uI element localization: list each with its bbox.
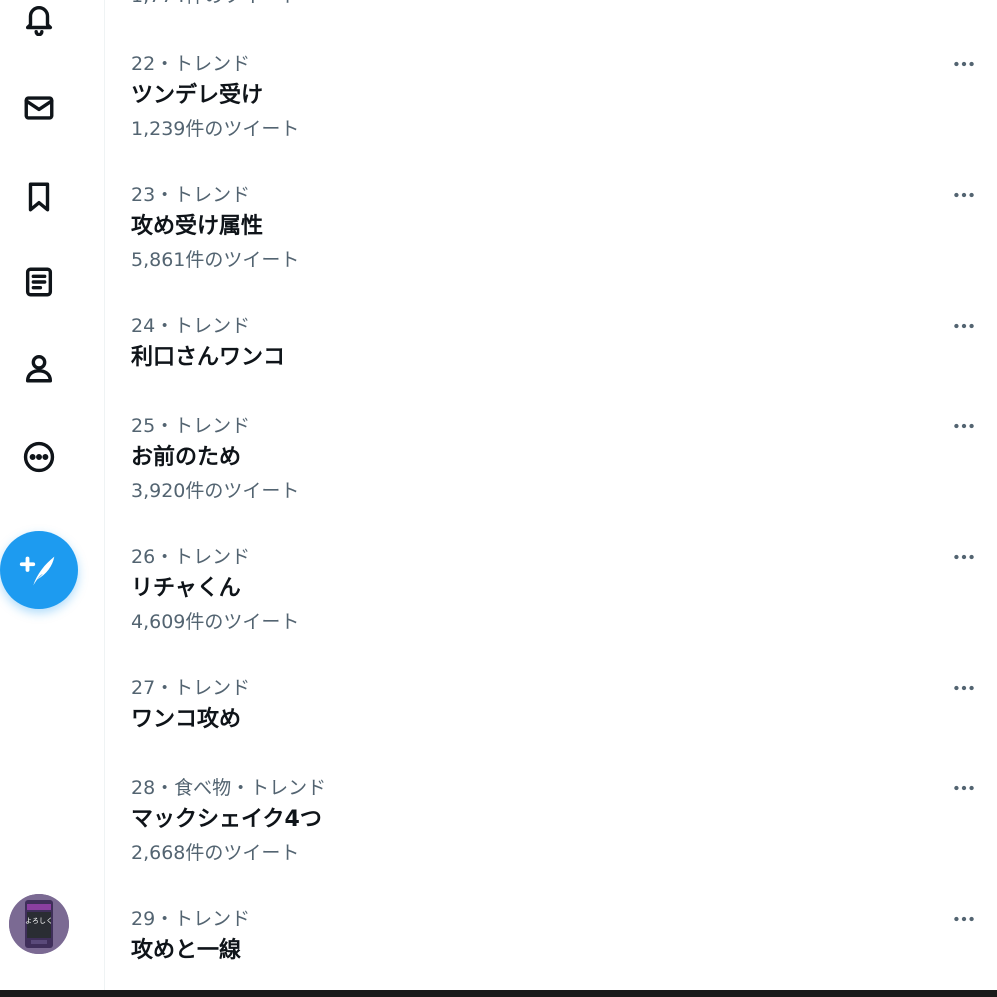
trend-list: 22・トレンド ツンデレ受け 1,239件のツイート 23・トレンド 攻め受け属性 5,8… xyxy=(106,0,997,990)
trend-item[interactable]: 26・トレンド リチャくん 4,609件のツイート xyxy=(106,545,997,640)
trend-name: マックシェイク4つ xyxy=(131,807,322,832)
trend-meta: 24・トレンド xyxy=(131,315,251,337)
list-icon xyxy=(25,267,53,297)
more-horizontal-icon xyxy=(954,785,974,791)
trend-tweet-count: 3,920件のツイート xyxy=(131,480,300,502)
sidebar-nav: よろしく xyxy=(0,0,105,990)
more-horizontal-icon xyxy=(954,685,974,691)
bookmark-icon xyxy=(28,182,50,212)
avatar-caption: よろしく xyxy=(25,917,53,925)
more-horizontal-icon xyxy=(954,61,974,67)
nav-more[interactable] xyxy=(14,432,64,482)
profile-icon xyxy=(25,354,53,383)
trend-name: ツンデレ受け xyxy=(131,83,264,108)
compose-tweet-button[interactable] xyxy=(0,531,78,609)
trend-meta: 23・トレンド xyxy=(131,184,251,206)
trend-name: ワンコ攻め xyxy=(131,707,242,732)
nav-bookmarks[interactable] xyxy=(14,172,64,222)
more-circle-icon xyxy=(23,441,55,473)
trend-item[interactable]: 27・トレンド ワンコ攻め xyxy=(106,676,997,771)
trend-meta: 25・トレンド xyxy=(131,415,251,437)
trend-more-button[interactable] xyxy=(946,308,982,344)
more-horizontal-icon xyxy=(954,323,974,329)
trend-more-button[interactable] xyxy=(946,539,982,575)
avatar-image: よろしく xyxy=(9,894,69,954)
trend-meta: 22・トレンド xyxy=(131,53,251,75)
trend-item[interactable]: 25・トレンド お前のため 3,920件のツイート xyxy=(106,414,997,509)
trend-item[interactable]: 28・食べ物・トレンド マックシェイク4つ 2,668件のツイート xyxy=(106,776,997,871)
trend-name: リチャくん xyxy=(131,576,241,601)
nav-profile[interactable] xyxy=(14,343,64,393)
trend-item[interactable]: 24・トレンド利口さんワンコ xyxy=(106,314,997,409)
trend-more-button[interactable] xyxy=(946,770,982,806)
mail-icon xyxy=(24,96,54,120)
trend-more-button[interactable] xyxy=(946,46,982,82)
trend-more-button[interactable] xyxy=(946,670,982,706)
trend-more-button[interactable] xyxy=(946,177,982,213)
trend-tweet-count: 1,239件のツイート xyxy=(131,118,300,140)
more-horizontal-icon xyxy=(954,916,974,922)
trend-meta: 29・トレンド xyxy=(131,908,251,930)
trend-name: お前のため xyxy=(131,445,242,470)
more-horizontal-icon xyxy=(954,554,974,560)
trend-tweet-count: 4,609件のツイート xyxy=(131,611,300,633)
nav-messages[interactable] xyxy=(14,83,64,133)
trend-item[interactable]: 29・トレンド 攻めと一線 xyxy=(106,907,997,997)
trend-tweet-count: 2,668件のツイート xyxy=(131,842,300,864)
nav-notifications[interactable] xyxy=(14,0,64,44)
more-horizontal-icon xyxy=(954,192,974,198)
more-horizontal-icon xyxy=(954,423,974,429)
trend-item[interactable]: 22・トレンド ツンデレ受け 1,239件のツイート xyxy=(106,52,997,147)
trend-meta: 27・トレンド xyxy=(131,677,251,699)
trend-name: 攻め受け属性 xyxy=(131,214,264,239)
trend-more-button[interactable] xyxy=(946,408,982,444)
trend-item[interactable]: 23・トレンド 攻め受け属性 5,861件のツイート xyxy=(106,183,997,278)
feather-plus-icon xyxy=(19,556,55,586)
bell-icon xyxy=(25,6,53,36)
avatar[interactable]: よろしく xyxy=(9,894,69,954)
trend-name: 利口さんワンコ xyxy=(131,345,286,370)
trend-name: 攻めと一線 xyxy=(131,938,242,963)
app-window: 1,774件のツイート xyxy=(0,0,997,997)
trend-meta: 26・トレンド xyxy=(131,546,251,568)
trend-more-button[interactable] xyxy=(946,901,982,937)
nav-lists[interactable] xyxy=(14,257,64,307)
trend-tweet-count: 5,861件のツイート xyxy=(131,249,300,271)
trend-meta: 28・食べ物・トレンド xyxy=(131,777,327,799)
taskbar-edge xyxy=(0,990,997,997)
